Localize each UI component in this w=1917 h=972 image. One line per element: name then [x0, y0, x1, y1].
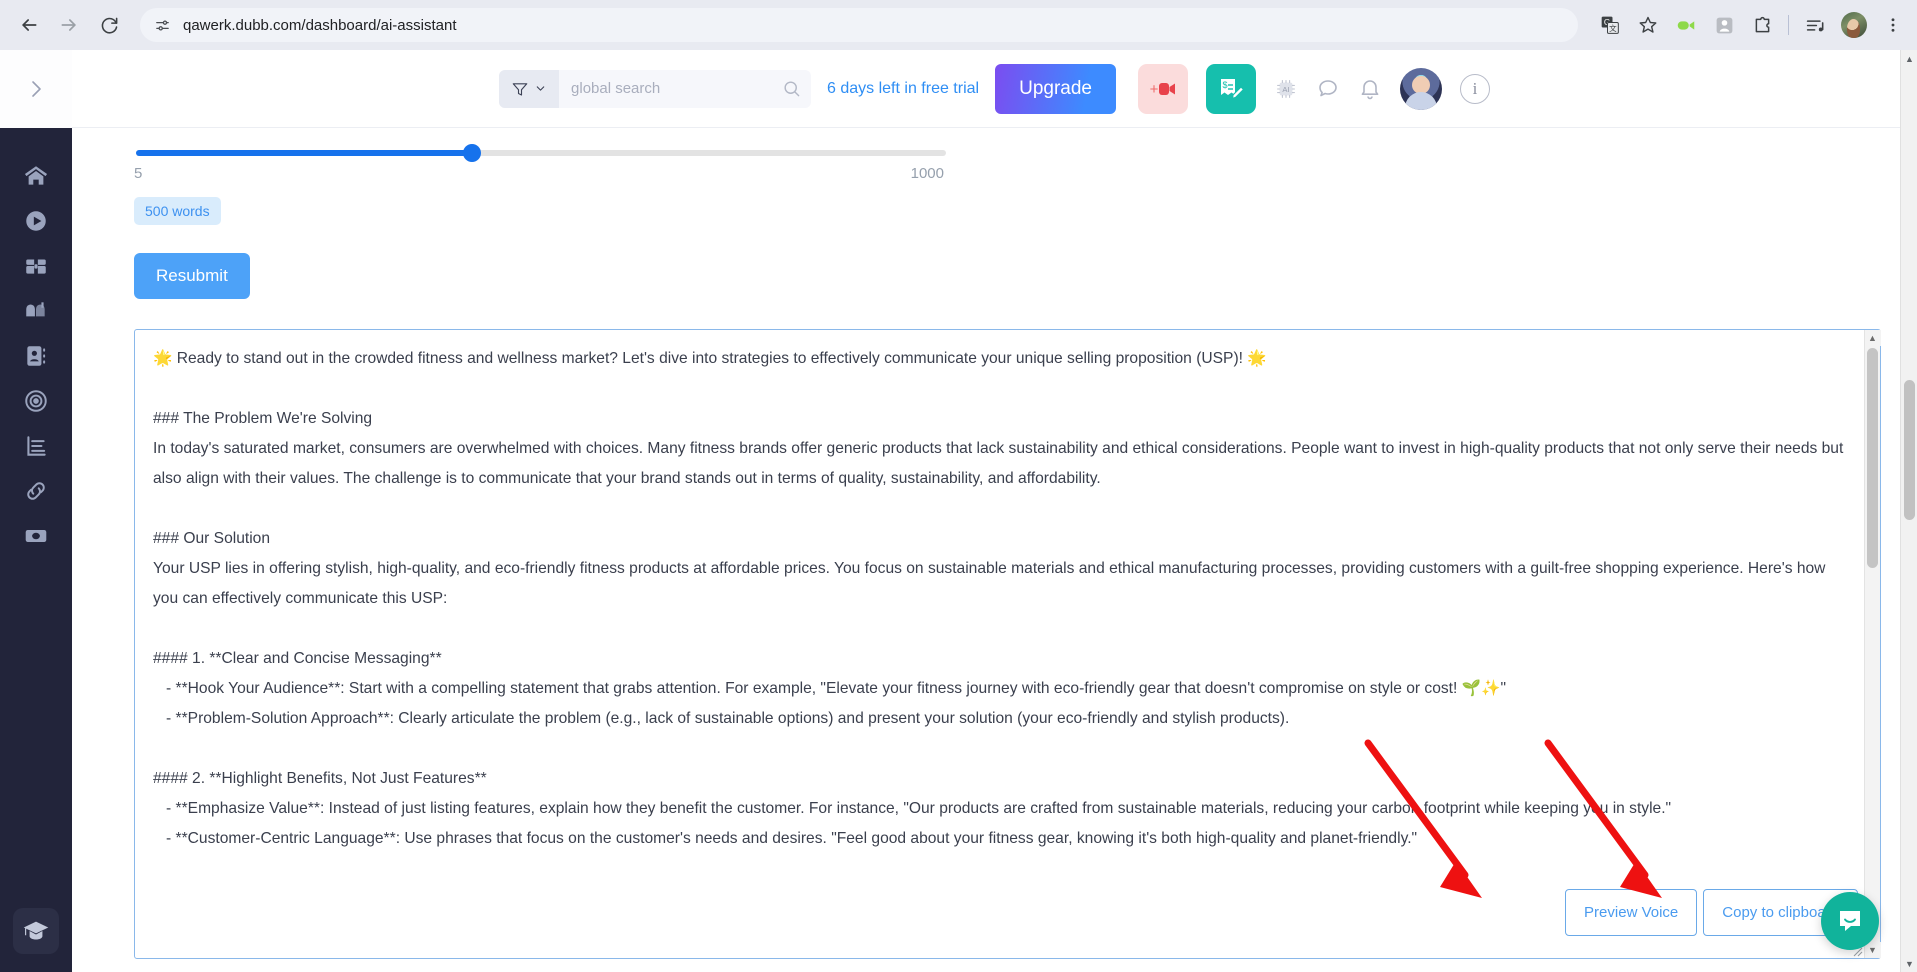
info-icon[interactable]: i [1459, 73, 1490, 104]
upgrade-button[interactable]: Upgrade [995, 63, 1116, 114]
slider-min-label: 5 [134, 165, 143, 182]
main-content: 5 1000 500 words Resubmit 🌟 Ready to sta… [72, 128, 1917, 972]
sidebar-item-reports[interactable] [14, 424, 58, 468]
svg-text:+: + [1150, 81, 1159, 98]
output-scrollbar[interactable]: ▲ ▼ [1864, 330, 1881, 958]
add-video-icon[interactable]: + [1137, 63, 1188, 114]
global-search-wrap [499, 69, 812, 108]
ai-output-text[interactable]: 🌟 Ready to stand out in the crowded fitn… [135, 330, 1864, 958]
sidebar-item-videos[interactable] [14, 199, 58, 243]
google-translate-icon[interactable]: G文 [1598, 13, 1622, 37]
word-count-slider-block: 5 1000 500 words [134, 128, 1881, 225]
free-trial-notice[interactable]: 6 days left in free trial [827, 80, 979, 98]
output-action-buttons: Preview Voice Copy to clipboard [1565, 889, 1858, 936]
output-scroll-thumb[interactable] [1867, 348, 1878, 568]
filter-funnel-icon [512, 82, 528, 96]
sidebar-item-links[interactable] [14, 469, 58, 513]
search-icon[interactable] [782, 79, 801, 98]
browser-toolbar: qawerk.dubb.com/dashboard/ai-assistant G… [0, 0, 1917, 50]
header-action-icons: + $ AI i [1137, 63, 1490, 114]
ai-output-panel[interactable]: 🌟 Ready to stand out in the crowded fitn… [134, 329, 1881, 959]
chevron-right-icon [32, 80, 41, 97]
slider-fill [136, 150, 473, 156]
preview-voice-button[interactable]: Preview Voice [1565, 889, 1698, 936]
chrome-menu-icon[interactable] [1881, 13, 1905, 37]
sidebar-item-billing[interactable] [14, 514, 58, 558]
chevron-down-icon [536, 86, 545, 91]
sidebar-item-mailbox[interactable] [14, 289, 58, 333]
user-avatar[interactable] [1399, 67, 1442, 110]
sidebar-item-library[interactable] [14, 244, 58, 288]
app-header: 6 days left in free trial Upgrade + $ [0, 49, 1917, 128]
url-text: qawerk.dubb.com/dashboard/ai-assistant [183, 16, 457, 34]
header-center-cluster: 6 days left in free trial Upgrade + $ [72, 63, 1917, 114]
svg-text:文: 文 [1609, 23, 1617, 33]
sidebar-expand-toggle[interactable] [0, 49, 72, 128]
star-icon[interactable] [1636, 13, 1660, 37]
reload-button[interactable] [92, 8, 126, 42]
page-scroll-up-icon[interactable]: ▲ [1901, 50, 1917, 67]
word-count-chip: 500 words [134, 197, 221, 225]
search-input[interactable] [571, 80, 775, 97]
resubmit-button[interactable]: Resubmit [134, 253, 250, 299]
extensions-puzzle-icon[interactable] [1750, 13, 1774, 37]
search-filter-button[interactable] [499, 69, 560, 108]
address-bar[interactable]: qawerk.dubb.com/dashboard/ai-assistant [140, 8, 1578, 42]
scroll-up-arrow-icon[interactable]: ▲ [1864, 330, 1881, 346]
slider-thumb[interactable] [463, 144, 482, 162]
tune-icon[interactable] [154, 17, 171, 34]
page-scroll-thumb[interactable] [1904, 380, 1915, 520]
sidebar-item-home[interactable] [14, 154, 58, 198]
screenshot-extension-icon[interactable] [1712, 13, 1736, 37]
notifications-bell-icon[interactable] [1358, 77, 1382, 101]
slider-max-label: 1000 [910, 165, 944, 182]
search-field[interactable] [559, 79, 811, 98]
video-recorder-icon[interactable] [1674, 13, 1698, 37]
sidebar-item-academy[interactable] [13, 908, 59, 954]
toolbar-divider [1788, 15, 1789, 35]
create-invoice-icon[interactable]: $ [1205, 63, 1256, 114]
back-button[interactable] [12, 8, 46, 42]
forward-button[interactable] [52, 8, 86, 42]
intercom-chat-icon [1840, 911, 1860, 931]
intercom-chat-button[interactable] [1821, 892, 1879, 950]
ai-chip-icon[interactable]: AI [1274, 77, 1298, 101]
svg-text:$: $ [1222, 80, 1227, 90]
chat-bubble-icon[interactable] [1316, 77, 1340, 101]
sidebar-item-campaigns[interactable] [14, 379, 58, 423]
slider-range-labels: 5 1000 [134, 165, 944, 185]
left-sidebar [0, 128, 72, 972]
page-scroll-down-icon[interactable]: ▼ [1901, 955, 1917, 972]
page-scrollbar[interactable]: ▲ ▼ [1900, 50, 1917, 972]
app-body: 5 1000 500 words Resubmit 🌟 Ready to sta… [0, 128, 1917, 972]
media-playlist-icon[interactable] [1803, 13, 1827, 37]
word-count-slider[interactable] [136, 144, 946, 162]
sidebar-item-contacts[interactable] [14, 334, 58, 378]
browser-extensions: G文 [1592, 12, 1905, 38]
svg-text:AI: AI [1282, 84, 1289, 93]
chrome-profile-avatar[interactable] [1841, 12, 1867, 38]
